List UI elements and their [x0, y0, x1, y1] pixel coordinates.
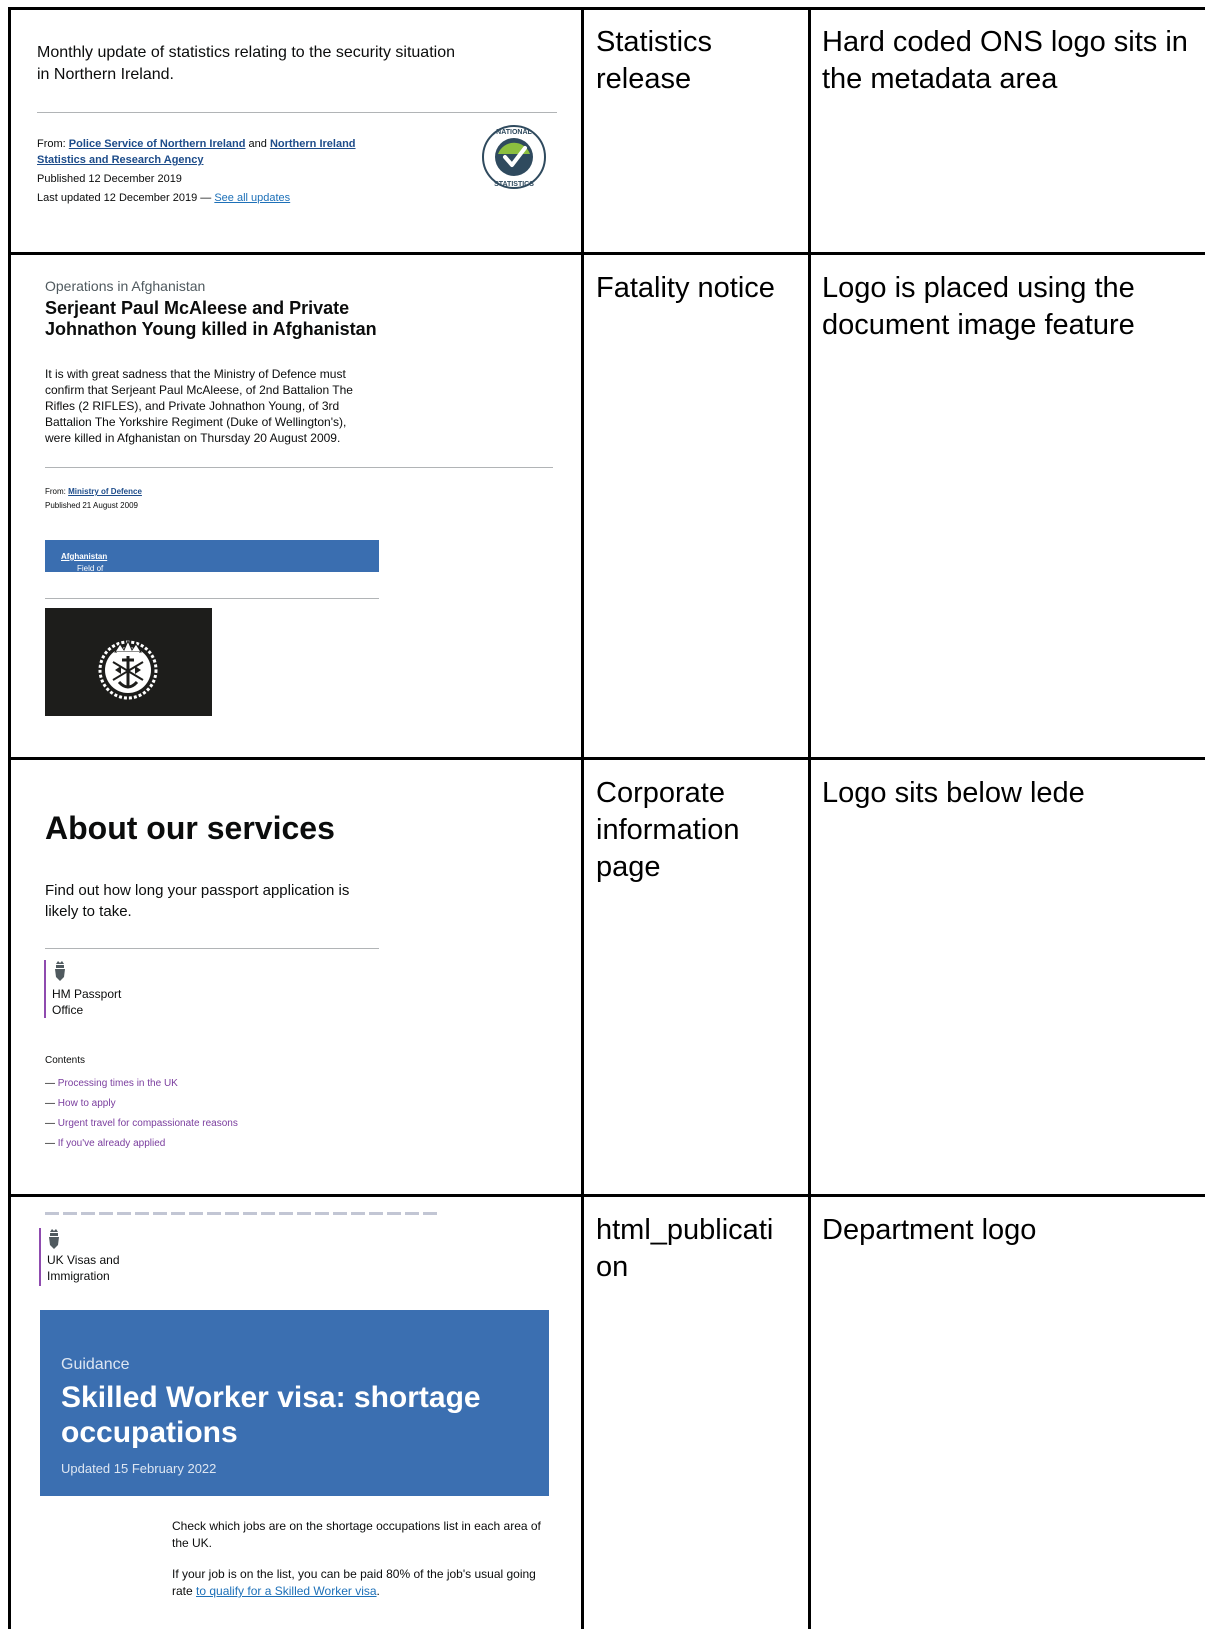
contents-item[interactable]: Processing times in the UK [45, 1074, 238, 1094]
field-of-operation-bar: Field of operation: Afghanistan [45, 540, 379, 582]
note-2: Logo is placed using the document image … [822, 272, 1135, 341]
column-divider-2 [808, 7, 811, 1629]
contents-link[interactable]: How to apply [58, 1098, 116, 1109]
from-line: From: Ministry of Defence [45, 485, 142, 499]
type-label-1: Statistics release [596, 26, 713, 95]
column-divider-1 [581, 7, 584, 1629]
seal-top-text: NATIONAL [496, 129, 532, 136]
metadata-block: From: Police Service of Northern Ireland… [37, 136, 367, 209]
body-paragraph-2: If your job is on the list, you can be p… [172, 1566, 552, 1600]
contents-link[interactable]: Processing times in the UK [58, 1078, 178, 1089]
skilled-worker-visa-link[interactable]: to qualify for a Skilled Worker visa [196, 1584, 377, 1598]
org-link-psni[interactable]: Police Service of Northern Ireland [69, 138, 246, 150]
type-label-4: html_publication [596, 1214, 774, 1283]
summary-text: It is with great sadness that the Minist… [45, 367, 353, 445]
contents-item[interactable]: How to apply [45, 1094, 238, 1114]
body-paragraph-1: Check which jobs are on the shortage occ… [172, 1519, 541, 1550]
page-title: Skilled Worker visa: shortage occupation… [61, 1381, 481, 1449]
lede-text: Find out how long your passport applicat… [45, 882, 350, 920]
contents-heading: Contents [45, 1055, 86, 1066]
field-line: Field of operation: Afghanistan [61, 552, 113, 582]
divider [45, 467, 553, 468]
royal-crest-icon [55, 961, 65, 981]
cropped-breadcrumb [45, 1212, 440, 1215]
royal-crest-icon [49, 1229, 59, 1249]
from-line: From: Police Service of Northern Ireland… [37, 136, 367, 168]
divider [37, 112, 557, 113]
page-title: Serjeant Paul McAleese and Private Johna… [45, 298, 377, 339]
and-text: and [248, 138, 267, 150]
from-label: From: [45, 487, 66, 496]
from-label: From: [37, 138, 66, 150]
mod-crest-icon [98, 639, 158, 700]
lede-text: Monthly update of statistics relating to… [37, 44, 455, 83]
organisation-logo[interactable]: HM Passport Office [44, 960, 152, 1018]
border-top [8, 7, 1205, 10]
divider [45, 598, 379, 599]
org-link-mod[interactable]: Ministry of Defence [68, 487, 142, 496]
published-date: Published 12 December 2019 [37, 173, 182, 185]
field-link-afghanistan[interactable]: Afghanistan [61, 552, 107, 561]
note-3: Logo sits below lede [822, 777, 1085, 809]
organisation-name: HM Passport Office [52, 987, 122, 1017]
field-label: Field of operation: [77, 564, 113, 582]
page-title: About our services [45, 810, 335, 846]
published-date: Published 21 August 2009 [45, 501, 138, 510]
row-divider-3 [8, 1194, 1205, 1197]
row-divider-2 [8, 757, 1205, 760]
document-type: Guidance [61, 1356, 130, 1373]
context-kicker: Operations in Afghanistan [45, 278, 206, 294]
border-left [8, 7, 11, 1629]
note-1: Hard coded ONS logo sits in the metadata… [822, 26, 1188, 95]
divider [45, 948, 379, 949]
paragraph-end: . [376, 1584, 380, 1598]
seal-bottom-text: STATISTICS [494, 181, 534, 188]
national-statistics-seal-icon: NATIONAL STATISTICS [482, 125, 546, 189]
publication-header: Guidance Skilled Worker visa: shortage o… [40, 1310, 549, 1496]
contents-list: Processing times in the UK How to apply … [45, 1074, 238, 1154]
type-label-2: Fatality notice [596, 272, 775, 304]
updated-date: Last updated 12 December 2019 — [37, 192, 212, 204]
mod-logo-image [45, 608, 212, 716]
type-label-3: Corporate information page [596, 777, 740, 883]
contents-link[interactable]: If you've already applied [58, 1138, 166, 1149]
row-divider-1 [8, 252, 1205, 255]
contents-item[interactable]: If you've already applied [45, 1134, 238, 1154]
updated-line: Last updated 12 December 2019 — See all … [37, 190, 367, 206]
see-all-updates-link[interactable]: See all updates [214, 192, 290, 204]
contents-item[interactable]: Urgent travel for compassionate reasons [45, 1114, 238, 1134]
updated-date: Updated 15 February 2022 [61, 1461, 217, 1476]
note-4: Department logo [822, 1214, 1037, 1246]
organisation-name: UK Visas and Immigration [47, 1253, 120, 1283]
organisation-logo[interactable]: UK Visas and Immigration [39, 1228, 157, 1286]
contents-link[interactable]: Urgent travel for compassionate reasons [58, 1118, 238, 1129]
metadata-block: From: Ministry of Defence Published 21 A… [45, 485, 142, 513]
